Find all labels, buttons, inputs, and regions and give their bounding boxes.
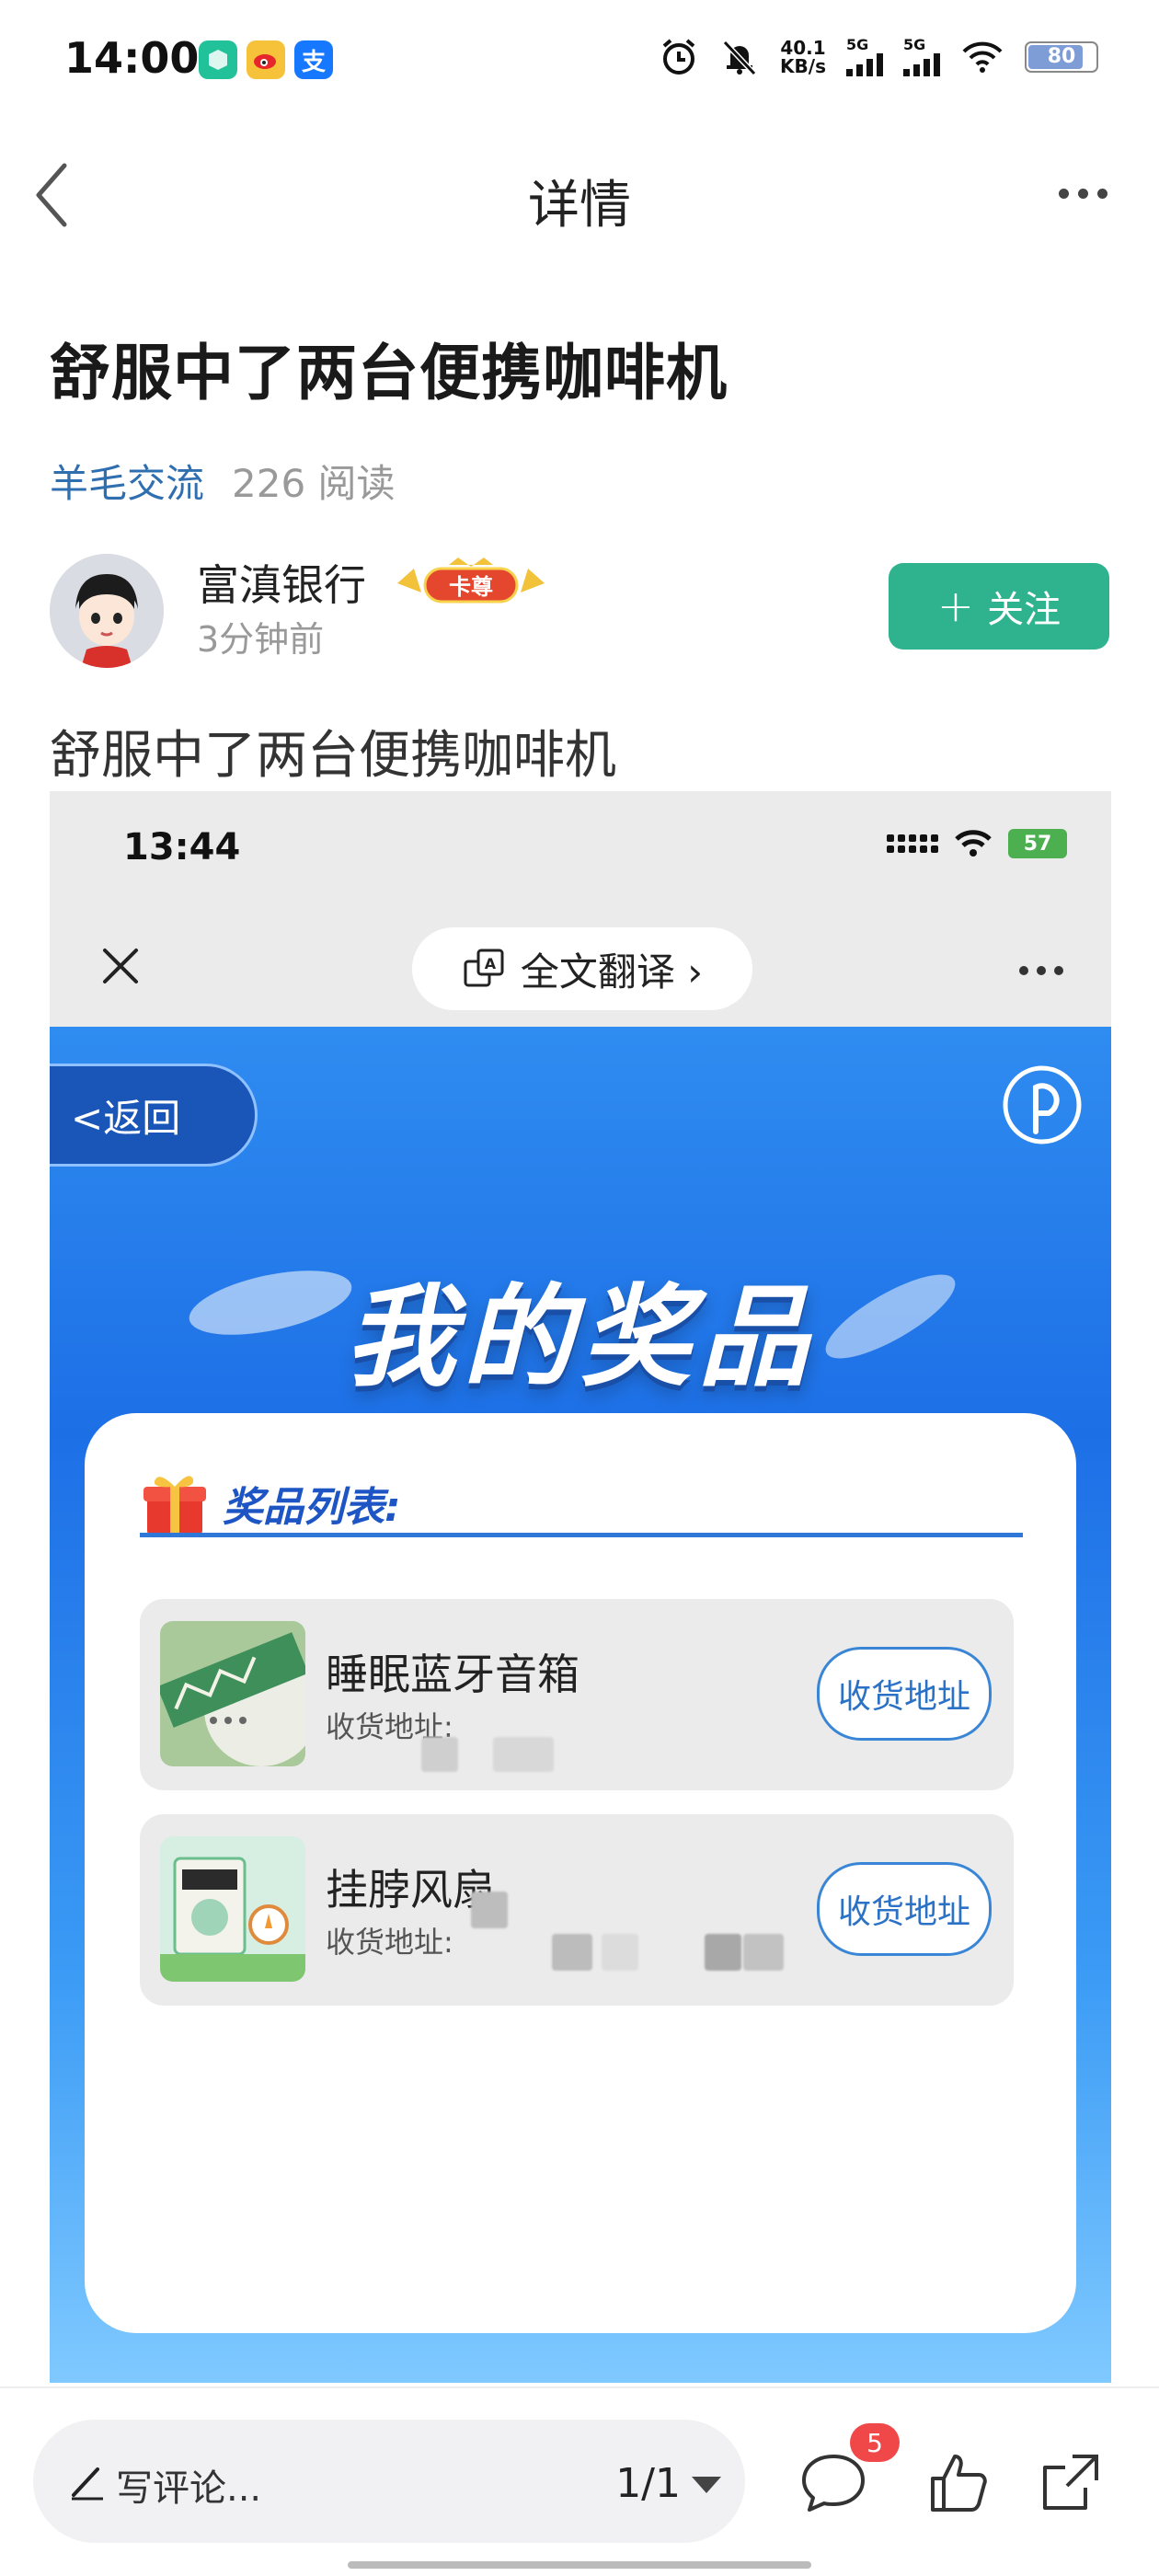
prize-name: 睡眠蓝牙音箱 xyxy=(326,1650,580,1699)
like-icon[interactable] xyxy=(924,2447,993,2517)
prize-thumbnail-speaker xyxy=(160,1621,305,1766)
plus-icon: + xyxy=(936,581,975,632)
shot-battery-level: 57 xyxy=(1023,832,1052,856)
promo-page: <返回 我的奖品 奖品列表: 睡眠蓝牙音箱 收货地址: 收货地址 挂脖风扇 收货… xyxy=(50,1027,1111,2383)
translate-label: 全文翻译 › xyxy=(520,949,704,995)
shot-status-time: 13:44 xyxy=(123,826,241,868)
net-speed-unit: KB/s xyxy=(780,55,826,77)
translate-icon: A xyxy=(464,949,504,987)
share-icon[interactable] xyxy=(1036,2447,1106,2517)
title-underline xyxy=(140,1533,1023,1537)
alipay-icon-glyph: 支 xyxy=(301,48,326,76)
author-avatar[interactable] xyxy=(50,554,164,668)
post-time: 3分钟前 xyxy=(197,619,325,660)
alarm-icon xyxy=(662,39,695,75)
more-options-icon[interactable] xyxy=(1059,189,1107,199)
article-title: 舒服中了两台便携咖啡机 xyxy=(50,338,728,408)
signal-1: 5G xyxy=(846,38,883,76)
redacted-address xyxy=(743,1934,784,1971)
shot-status-indicators: 57 xyxy=(887,828,1067,859)
prize-list-header: 奖品列表: xyxy=(140,1468,401,1538)
net-speed-value: 40.1 xyxy=(780,37,826,59)
read-count: 226 阅读 xyxy=(232,461,396,506)
article-meta: 羊毛交流 226 阅读 xyxy=(50,453,396,509)
mute-bell-icon xyxy=(722,40,757,76)
prize-item: 挂脖风扇 收货地址: 收货地址 xyxy=(140,1814,1014,2006)
battery-indicator: 80 xyxy=(1025,41,1098,73)
brand-logo-icon xyxy=(1003,1065,1082,1144)
promo-back-button[interactable]: <返回 xyxy=(50,1064,258,1167)
weibo-icon xyxy=(247,40,285,79)
signal-2-label: 5G xyxy=(903,36,926,53)
topic-tag[interactable]: 羊毛交流 xyxy=(50,461,204,506)
prize-thumbnail-fan xyxy=(160,1836,305,1982)
page-indicator[interactable]: 1/1 xyxy=(615,2460,681,2507)
redacted-address xyxy=(705,1934,741,1971)
shot-battery: 57 xyxy=(1008,829,1067,858)
gift-icon xyxy=(143,1476,206,1535)
address-label: 收货地址: xyxy=(326,1925,453,1960)
close-icon[interactable] xyxy=(98,943,143,989)
comment-count-badge: 5 xyxy=(850,2423,900,2462)
article-body: 舒服中了两台便携咖啡机 xyxy=(50,726,616,786)
prize-name: 挂脖风扇 xyxy=(326,1865,495,1915)
net-speed: 40.1 KB/s xyxy=(780,39,826,75)
prize-list-title: 奖品列表: xyxy=(223,1484,401,1531)
badge-label: 卡尊 xyxy=(449,574,493,600)
redacted-address xyxy=(552,1934,592,1971)
phone-manager-icon xyxy=(199,40,237,79)
svg-text:A: A xyxy=(485,955,497,972)
crown-badge: 卡尊 xyxy=(394,556,548,607)
status-time: 14:00 xyxy=(64,33,200,83)
page-title: 详情 xyxy=(528,176,631,236)
pencil-icon xyxy=(72,2467,103,2501)
follow-button[interactable]: + 关注 xyxy=(889,563,1109,650)
status-indicators: 40.1 KB/s 5G 5G 80 xyxy=(659,37,1098,77)
comment-input[interactable]: 写评论... 1/1 xyxy=(33,2420,745,2543)
alipay-icon: 支 xyxy=(294,40,333,79)
redacted-address xyxy=(493,1737,554,1772)
translate-button[interactable]: A 全文翻译 › xyxy=(412,927,752,1010)
wifi-icon xyxy=(962,41,1003,73)
author-name[interactable]: 富滇银行 xyxy=(197,552,366,613)
shot-more-icon[interactable] xyxy=(1019,966,1063,975)
address-button[interactable]: 收货地址 xyxy=(817,1647,992,1741)
bottom-divider xyxy=(0,2386,1159,2388)
embedded-screenshot[interactable]: 13:44 57 A 全文翻译 › <返回 我的奖品 奖品列表: 睡眠蓝牙音箱 … xyxy=(50,791,1111,2383)
shot-signal-icon xyxy=(887,834,938,853)
prize-item: 睡眠蓝牙音箱 收货地址: 收货地址 xyxy=(140,1599,1014,1790)
shot-wifi-icon xyxy=(955,830,992,857)
promo-title: 我的奖品 xyxy=(345,1274,816,1402)
battery-level: 80 xyxy=(1047,45,1076,68)
comment-placeholder: 写评论... xyxy=(116,2467,262,2510)
caret-down-icon[interactable] xyxy=(692,2477,721,2493)
redacted-block xyxy=(471,1892,508,1928)
redacted-address xyxy=(602,1934,638,1971)
signal-1-label: 5G xyxy=(846,36,869,53)
redacted-address xyxy=(421,1737,458,1772)
prize-card: 奖品列表: 睡眠蓝牙音箱 收货地址: 收货地址 挂脖风扇 收货地址: 收货地址 xyxy=(85,1413,1076,2333)
signal-2: 5G xyxy=(903,38,940,76)
home-indicator[interactable] xyxy=(348,2561,811,2569)
address-button[interactable]: 收货地址 xyxy=(817,1862,992,1956)
follow-label: 关注 xyxy=(987,589,1061,631)
